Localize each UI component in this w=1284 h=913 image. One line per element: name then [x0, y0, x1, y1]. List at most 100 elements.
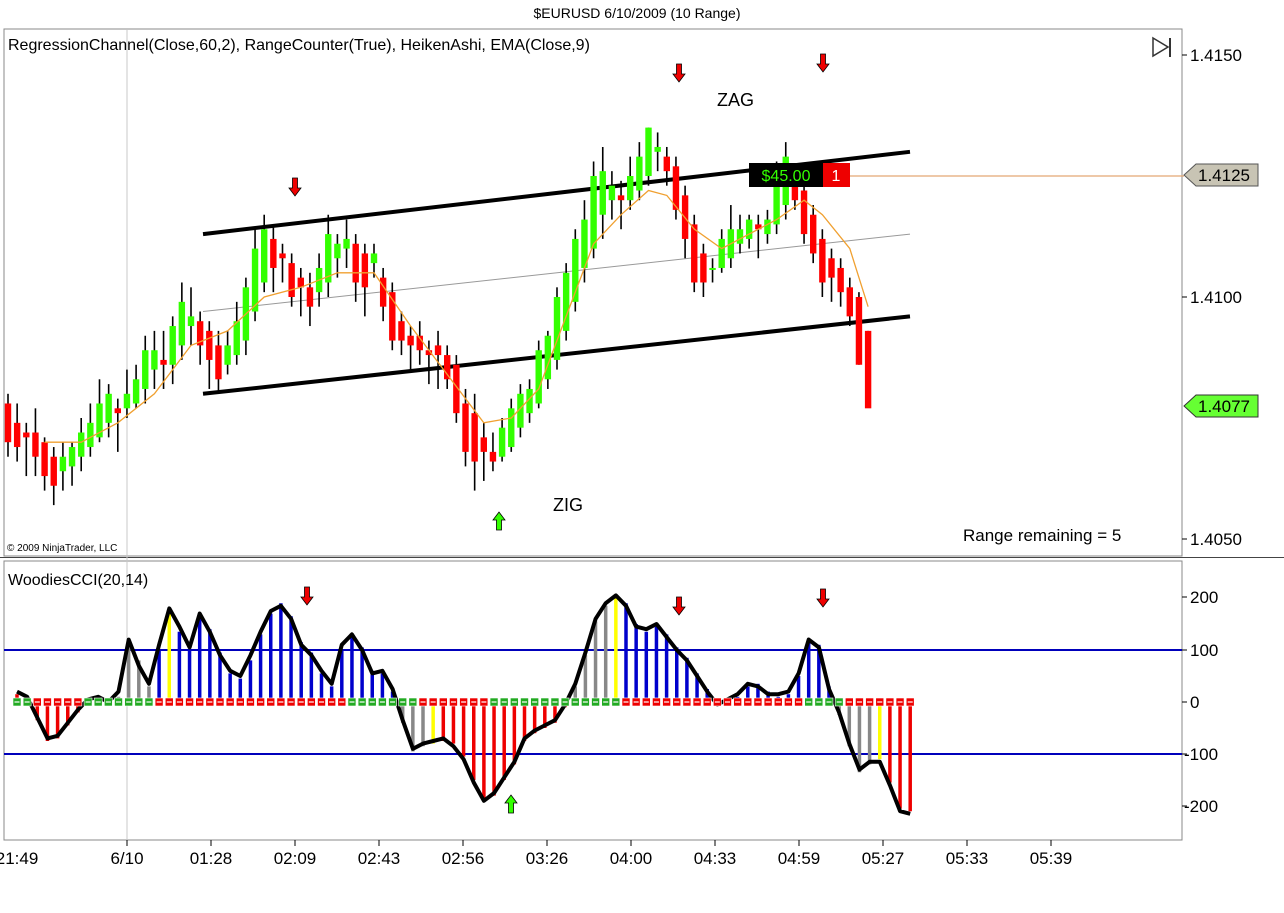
candle [755, 214, 762, 259]
sideway-marker [581, 697, 590, 707]
arrow-shape [816, 53, 830, 73]
y-tick-label: 0 [1190, 693, 1199, 712]
candle-body [654, 146, 661, 152]
position-pnl: $45.00 [762, 168, 811, 185]
sideway-marker [134, 697, 144, 707]
candle-body [819, 238, 826, 283]
x-tick-label: 6/10 [110, 849, 143, 868]
candle-body [846, 287, 853, 317]
candle-body [745, 219, 753, 239]
zag-label: ZAG [717, 90, 754, 110]
sideway-marker [733, 697, 742, 707]
sideway-marker [814, 697, 824, 707]
candle [837, 258, 844, 307]
candle-body [645, 127, 652, 176]
candle [508, 398, 515, 452]
arrow-shape [816, 588, 830, 608]
sideway-marker [672, 697, 682, 707]
sideway-marker [499, 697, 509, 707]
candle-body [169, 326, 176, 365]
candle-body [553, 297, 561, 360]
candle [736, 214, 744, 254]
candle [87, 403, 94, 457]
sideway-marker [794, 697, 803, 707]
position-box[interactable]: $45.00 1 [749, 163, 850, 187]
candle [764, 209, 771, 244]
candle [288, 253, 295, 307]
sideway-marker [286, 697, 296, 707]
sideway-marker [63, 697, 73, 707]
sideway-marker [682, 697, 692, 707]
candle-body [306, 287, 314, 307]
candle [306, 272, 314, 327]
candle [489, 432, 497, 472]
x-tick-label: 04:33 [694, 849, 737, 868]
cci-y-axis: 200 100 0 -100 -200 [1182, 588, 1218, 816]
sideway-marker [367, 697, 377, 707]
candle [114, 398, 121, 452]
candle [215, 330, 222, 394]
candle-body [608, 185, 616, 201]
x-tick-label: 05:39 [1030, 849, 1073, 868]
candle [233, 301, 240, 365]
candle-body [178, 301, 186, 346]
candle-body [68, 447, 76, 467]
candle-body [617, 195, 625, 201]
candle [361, 243, 369, 317]
sideway-marker [784, 697, 793, 707]
candle [68, 442, 76, 486]
sideway-marker [449, 697, 458, 707]
candle-body [663, 156, 670, 172]
sideway-marker [408, 697, 418, 707]
candle [379, 267, 387, 322]
arrow-shape [672, 63, 686, 83]
arrow-down-icon [288, 177, 302, 197]
candle [132, 364, 140, 409]
candle-body [352, 243, 359, 283]
arrow-down-icon [672, 63, 686, 83]
candle-body [13, 422, 21, 448]
sideway-marker [195, 697, 204, 707]
sideway-marker [530, 697, 539, 707]
sideway-marker [662, 697, 671, 707]
skip-to-end-icon[interactable] [1152, 36, 1171, 58]
skip-to-end-triangle [1152, 36, 1170, 58]
candle [828, 248, 835, 302]
sideway-marker [753, 697, 763, 707]
candle-body [444, 355, 451, 380]
sideway-marker [83, 697, 93, 707]
candle-body [123, 393, 131, 409]
candle-body [736, 229, 744, 244]
sideway-marker [32, 697, 42, 707]
sideway-marker [550, 697, 560, 707]
x-tick-label: 02:56 [442, 849, 485, 868]
arrow-down-icon [816, 53, 830, 73]
candle-body [691, 224, 698, 283]
chart-canvas: $EURUSD 6/10/2009 (10 Range) RegressionC… [0, 5, 1284, 868]
candle [681, 185, 689, 259]
candle [32, 408, 39, 477]
candle-body [700, 253, 707, 283]
candle [727, 205, 735, 268]
sideway-marker [144, 697, 154, 707]
candle [343, 219, 350, 268]
sideway-marker [124, 697, 133, 707]
candle-body [800, 190, 808, 235]
candle [562, 263, 570, 341]
sideway-marker [713, 697, 722, 707]
x-tick-label: 02:09 [274, 849, 317, 868]
price-indicator-label: RegressionChannel(Close,60,2), RangeCoun… [8, 37, 590, 54]
sideway-marker [296, 697, 306, 707]
sideway-marker [844, 697, 854, 707]
candle [279, 243, 286, 283]
candle-body [828, 258, 835, 278]
x-tick-label: 05:27 [862, 849, 905, 868]
sideway-marker [236, 697, 245, 707]
candle-body [489, 451, 497, 462]
sideway-marker [276, 697, 286, 707]
y-tick-label: 200 [1190, 588, 1218, 607]
sideway-marker [104, 697, 113, 707]
sideway-marker [520, 697, 529, 707]
sideway-marker [652, 697, 661, 707]
candle-body [361, 253, 369, 288]
